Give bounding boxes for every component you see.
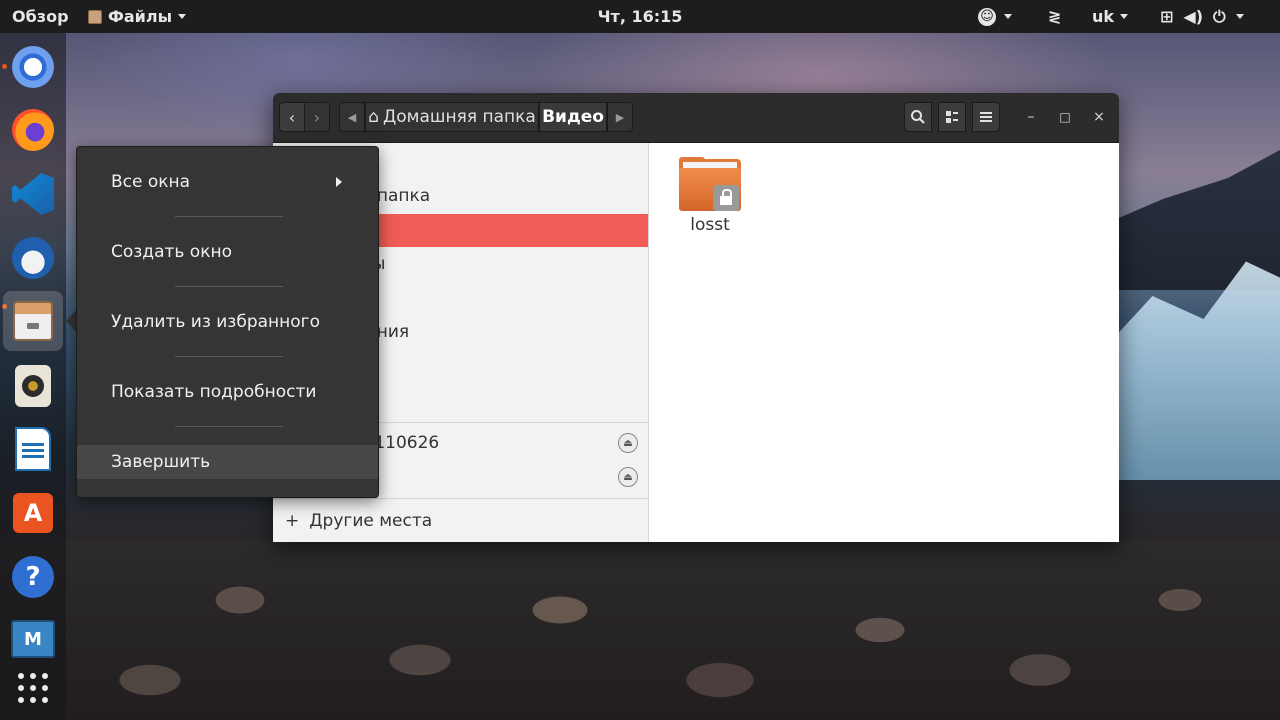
chromium-icon [12, 46, 54, 88]
chevron-down-icon [178, 14, 187, 19]
hamburger-menu-button[interactable] [972, 102, 1000, 132]
accessibility-menu[interactable]: ☺ [978, 0, 1012, 33]
back-button[interactable]: ‹ [279, 102, 305, 132]
zigzag-icon: ≷ [1048, 7, 1062, 26]
help-launcher[interactable]: ? [9, 553, 57, 601]
files-icon [13, 301, 53, 341]
firefox-icon [12, 109, 54, 151]
path-home-button[interactable]: ⌂ Домашняя папка [365, 102, 539, 132]
minimize-icon: – [1027, 109, 1035, 125]
system-menu[interactable]: ⊞ ◀) ⏻ [1160, 0, 1244, 33]
menu-item-new-window[interactable]: Создать окно [77, 235, 378, 269]
thunderbird-icon [12, 237, 54, 279]
menu-separator [175, 356, 283, 357]
forward-button[interactable]: › [304, 102, 330, 132]
menu-item-label: Завершить [111, 452, 211, 472]
wallpaper-rocks [0, 540, 1280, 720]
running-indicator [2, 64, 7, 69]
menu-item-show-details[interactable]: Показать подробности [77, 375, 378, 409]
other-places-item[interactable]: + Другие места [273, 499, 648, 542]
eject-icon[interactable]: ⏏ [618, 433, 638, 453]
chevron-down-icon [1235, 14, 1244, 19]
firefox-launcher[interactable] [9, 106, 57, 154]
show-apps-button[interactable] [9, 664, 57, 712]
lock-icon [713, 185, 739, 211]
rhythmbox-icon [15, 365, 51, 407]
system-monitor-icon: M [11, 620, 55, 658]
clock-button[interactable]: Чт, 16:15 [598, 7, 683, 26]
file-view: losst [649, 143, 1119, 542]
close-button[interactable]: × [1089, 102, 1109, 132]
files-window: ‹ › ◀ ⌂ Домашняя папка Видео ▶ – □ × ие … [273, 93, 1119, 542]
activities-button[interactable]: Обзор [12, 0, 69, 33]
dock: A ? M [0, 33, 66, 720]
view-options-button[interactable] [938, 102, 966, 132]
vscode-icon [12, 173, 54, 215]
writer-launcher[interactable] [9, 425, 57, 473]
locked-folder-icon [679, 157, 741, 211]
search-button[interactable] [904, 102, 932, 132]
tools-indicator[interactable]: ≷ [1048, 0, 1061, 33]
menu-separator [175, 216, 283, 217]
other-places-label: Другие места [309, 510, 433, 531]
path-current-label: Видео [542, 107, 604, 127]
header-bar: ‹ › ◀ ⌂ Домашняя папка Видео ▶ – □ × [273, 93, 1119, 143]
triangle-right-icon: ▶ [615, 110, 625, 124]
menu-separator [175, 426, 283, 427]
power-icon: ⏻ [1213, 6, 1226, 26]
thunderbird-launcher[interactable] [9, 234, 57, 282]
maximize-icon: □ [1059, 110, 1071, 124]
chevron-left-icon: ‹ [288, 107, 296, 127]
software-store-icon: A [13, 493, 53, 533]
chevron-right-icon: › [313, 107, 321, 127]
triangle-left-icon: ◀ [347, 110, 357, 124]
volume-icon: ◀) [1183, 7, 1204, 26]
minimize-button[interactable]: – [1021, 102, 1041, 132]
path-current-button[interactable]: Видео [539, 102, 607, 132]
software-store-launcher[interactable]: A [9, 489, 57, 537]
menu-item-label: Показать подробности [111, 382, 317, 402]
search-icon [911, 110, 925, 124]
hamburger-icon [980, 112, 992, 122]
menu-item-quit[interactable]: Завершить [77, 445, 378, 479]
chevron-down-icon [1120, 14, 1129, 19]
files-launcher[interactable] [3, 291, 63, 351]
dock-context-menu: Все окна Создать окно Удалить из избранн… [76, 146, 379, 498]
rhythmbox-launcher[interactable] [9, 362, 57, 410]
top-bar: Обзор Файлы Чт, 16:15 ☺ ≷ uk ⊞ ◀) ⏻ [0, 0, 1280, 33]
home-icon: ⌂ [368, 107, 379, 127]
vscode-launcher[interactable] [9, 170, 57, 218]
keyboard-layout-menu[interactable]: uk [1092, 0, 1129, 33]
submenu-arrow-icon [336, 177, 342, 187]
help-icon: ? [12, 556, 54, 598]
close-icon: × [1093, 109, 1105, 125]
language-label: uk [1092, 7, 1115, 26]
maximize-button[interactable]: □ [1055, 102, 1075, 132]
path-scroll-right[interactable]: ▶ [607, 102, 633, 132]
menu-item-all-windows[interactable]: Все окна [77, 165, 378, 199]
grid-view-icon [946, 111, 958, 123]
path-home-label: Домашняя папка [383, 107, 536, 127]
files-mini-icon [88, 9, 102, 24]
accessibility-icon: ☺ [978, 7, 996, 26]
path-scroll-left[interactable]: ◀ [339, 102, 365, 132]
chevron-down-icon [1004, 14, 1012, 19]
network-icon: ⊞ [1160, 7, 1174, 26]
menu-item-label: Все окна [111, 172, 191, 192]
folder-label: losst [690, 215, 730, 235]
plus-icon: + [285, 510, 300, 531]
folder-item[interactable]: losst [677, 157, 743, 235]
eject-icon[interactable]: ⏏ [618, 467, 638, 487]
menu-separator [175, 286, 283, 287]
app-menu-button[interactable]: Файлы [88, 0, 187, 33]
show-apps-icon [18, 673, 48, 703]
writer-icon [15, 427, 51, 471]
system-monitor-launcher[interactable]: M [9, 615, 57, 663]
app-menu-label: Файлы [108, 7, 173, 26]
menu-item-label: Удалить из избранного [111, 312, 321, 332]
menu-item-label: Создать окно [111, 242, 232, 262]
menu-item-remove-favorite[interactable]: Удалить из избранного [77, 305, 378, 339]
chromium-launcher[interactable] [9, 43, 57, 91]
